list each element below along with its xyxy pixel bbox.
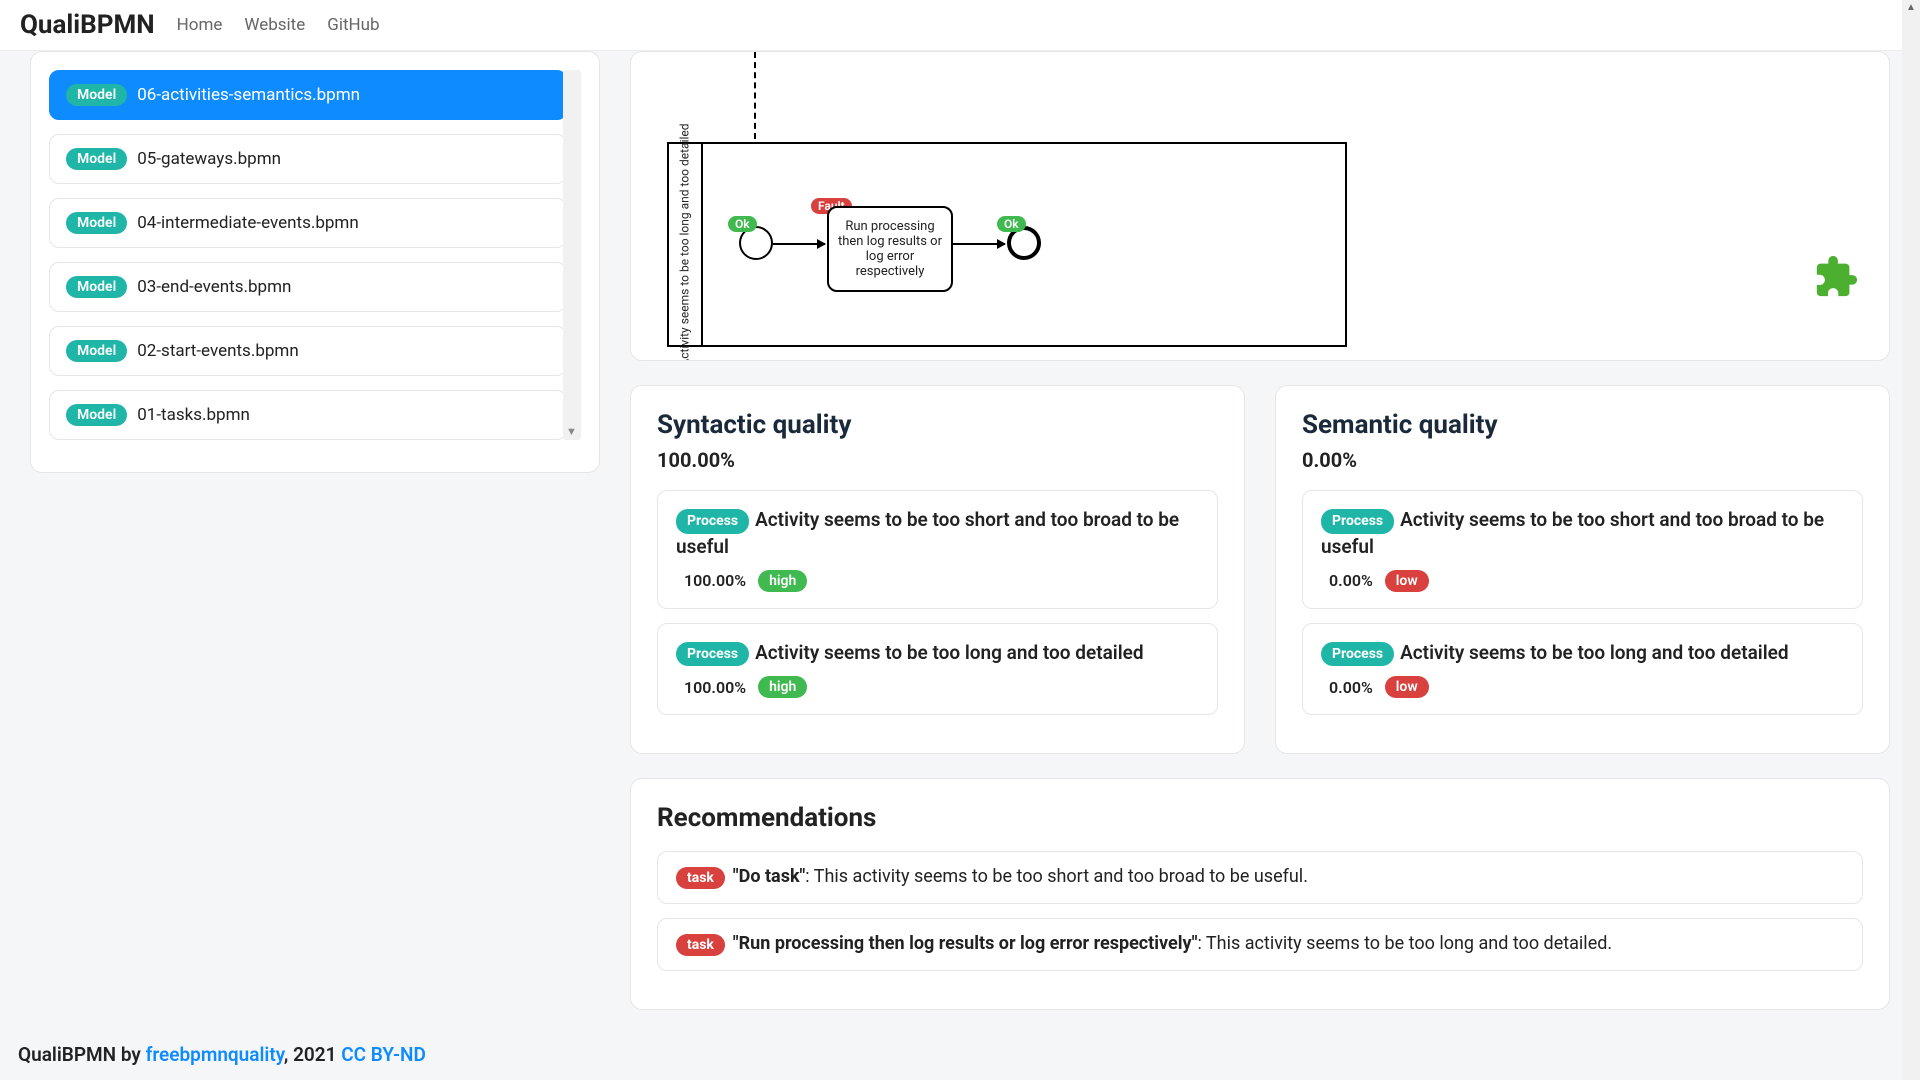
syntactic-title: Syntactic quality <box>657 410 1218 440</box>
process-badge: Process <box>676 642 749 667</box>
model-badge: Model <box>66 212 127 234</box>
semantic-title: Semantic quality <box>1302 410 1863 440</box>
page-scrollbar[interactable]: ▲ <box>1902 0 1920 1080</box>
item-pct: 0.00% <box>1329 678 1373 697</box>
model-item-03[interactable]: Model 03-end-events.bpmn <box>49 262 567 312</box>
model-list-card: Model 06-activities-semantics.bpmn Model… <box>30 51 600 473</box>
sequence-flow <box>953 243 1005 245</box>
bpmn-task[interactable]: Run processing then log results or log e… <box>827 206 953 292</box>
model-badge: Model <box>66 84 127 106</box>
model-badge: Model <box>66 276 127 298</box>
semantic-quality-card: Semantic quality 0.00% ProcessActivity s… <box>1275 385 1890 754</box>
status-ok: Ok <box>997 216 1026 232</box>
model-label: 03-end-events.bpmn <box>137 277 291 297</box>
model-badge: Model <box>66 148 127 170</box>
brand[interactable]: QualiBPMN <box>20 10 155 40</box>
model-label: 05-gateways.bpmn <box>137 149 281 169</box>
diagram-card: Activity seems to be too long and too de… <box>630 51 1890 361</box>
model-badge: Model <box>66 340 127 362</box>
navbar: QualiBPMN Home Website GitHub <box>0 0 1920 51</box>
recommendations-title: Recommendations <box>657 803 1863 833</box>
chevron-up-icon: ▲ <box>1906 2 1916 13</box>
task-badge: task <box>676 867 725 889</box>
level-badge: high <box>758 570 807 592</box>
level-badge: high <box>758 676 807 698</box>
process-badge: Process <box>676 509 749 534</box>
semantic-score: 0.00% <box>1302 448 1863 472</box>
nav-home[interactable]: Home <box>177 15 223 35</box>
footer: QualiBPMN by freebpmnquality, 2021 CC BY… <box>18 1043 426 1066</box>
nav-github[interactable]: GitHub <box>327 15 379 35</box>
task-badge: task <box>676 934 725 956</box>
bpmn-pool: Activity seems to be too long and too de… <box>667 52 1347 347</box>
syntactic-item[interactable]: ProcessActivity seems to be too long and… <box>657 623 1218 716</box>
footer-link-license[interactable]: CC BY-ND <box>341 1043 426 1066</box>
nav-website[interactable]: Website <box>244 15 305 35</box>
model-item-05[interactable]: Model 05-gateways.bpmn <box>49 134 567 184</box>
level-badge: low <box>1385 570 1429 592</box>
recommendation-item[interactable]: task"Do task": This activity seems to be… <box>657 851 1863 904</box>
model-label: 02-start-events.bpmn <box>137 341 298 361</box>
model-label: 04-intermediate-events.bpmn <box>137 213 358 233</box>
model-label: 06-activities-semantics.bpmn <box>137 85 360 105</box>
semantic-item[interactable]: ProcessActivity seems to be too short an… <box>1302 490 1863 609</box>
model-item-01[interactable]: Model 01-tasks.bpmn <box>49 390 567 440</box>
recommendations-card: Recommendations task"Do task": This acti… <box>630 778 1890 1010</box>
status-ok: Ok <box>728 216 757 232</box>
puzzle-icon[interactable] <box>1813 254 1859 300</box>
chevron-down-icon: ▼ <box>566 425 577 438</box>
model-item-04[interactable]: Model 04-intermediate-events.bpmn <box>49 198 567 248</box>
syntactic-score: 100.00% <box>657 448 1218 472</box>
model-list-scrollbar[interactable]: ▼ <box>563 70 581 440</box>
lane-label: Activity seems to be too long and too de… <box>669 144 703 345</box>
model-item-06[interactable]: Model 06-activities-semantics.bpmn <box>49 70 567 120</box>
model-item-02[interactable]: Model 02-start-events.bpmn <box>49 326 567 376</box>
bpmn-lane: Activity seems to be too long and too de… <box>667 142 1347 347</box>
process-badge: Process <box>1321 642 1394 667</box>
item-pct: 0.00% <box>1329 571 1373 590</box>
model-badge: Model <box>66 404 127 426</box>
footer-link-author[interactable]: freebpmnquality <box>146 1043 284 1066</box>
sequence-flow <box>773 243 825 245</box>
syntactic-quality-card: Syntactic quality 100.00% ProcessActivit… <box>630 385 1245 754</box>
recommendation-item[interactable]: task"Run processing then log results or … <box>657 918 1863 971</box>
item-pct: 100.00% <box>684 678 746 697</box>
model-label: 01-tasks.bpmn <box>137 405 250 425</box>
semantic-item[interactable]: ProcessActivity seems to be too long and… <box>1302 623 1863 716</box>
level-badge: low <box>1385 676 1429 698</box>
process-badge: Process <box>1321 509 1394 534</box>
item-pct: 100.00% <box>684 571 746 590</box>
syntactic-item[interactable]: ProcessActivity seems to be too short an… <box>657 490 1218 609</box>
